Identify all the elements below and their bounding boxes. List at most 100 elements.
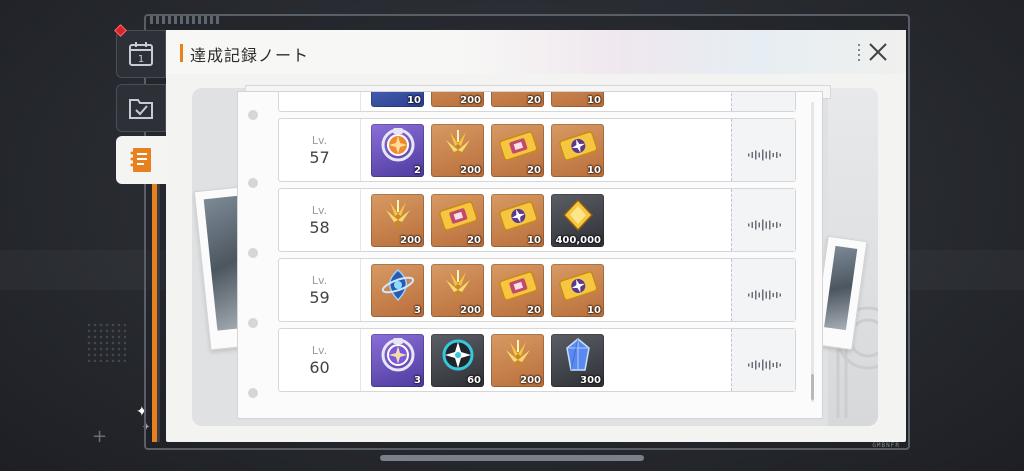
reward-item[interactable]: 10 — [491, 194, 544, 247]
item-quantity: 200 — [460, 95, 481, 106]
checklist-folder-icon — [129, 99, 153, 119]
item-quantity: 3 — [414, 305, 421, 316]
reward-row: 10 200 20 10 — [278, 92, 796, 112]
reward-item[interactable]: 20 — [431, 194, 484, 247]
sound-wave — [748, 216, 784, 235]
gold-sprout-icon — [501, 338, 535, 376]
tab-achievement-notebook[interactable] — [116, 136, 166, 184]
item-quantity: 200 — [520, 375, 541, 386]
planet-drop-icon — [379, 266, 417, 308]
level-label: Lv. — [311, 273, 328, 287]
reward-item[interactable]: 200 — [371, 194, 424, 247]
reward-item[interactable]: 200 — [491, 334, 544, 387]
level-label: Lv. — [311, 203, 328, 217]
reward-item[interactable]: 3 — [371, 334, 424, 387]
sound-wave — [748, 286, 784, 305]
level-number: 59 — [309, 287, 330, 307]
reward-row: Lv. 57 2 200 20 10 — [278, 118, 796, 182]
item-quantity: 10 — [587, 165, 601, 176]
reward-row: Lv. 60 3 60 200 300 — [278, 328, 796, 392]
voice-playback-cell[interactable] — [731, 189, 795, 251]
item-quantity: 10 — [527, 235, 541, 246]
reward-items: 200 20 10 400,000 — [371, 194, 604, 247]
voice-playback-cell[interactable] — [731, 119, 795, 181]
header-separator — [858, 44, 860, 62]
pass-badge-purple-icon — [379, 336, 417, 378]
gold-sprout-icon — [441, 128, 475, 166]
achievement-panel: 達成記録ノート 10 200 20 10 Lv. 57 2 200 20 10 … — [166, 30, 906, 442]
voice-playback-cell[interactable] — [731, 92, 795, 111]
gold-ticket-star-icon — [558, 128, 598, 166]
reward-item[interactable]: 10 — [551, 124, 604, 177]
gold-ticket-star-icon — [498, 198, 538, 236]
reward-item[interactable]: 10 — [551, 92, 604, 107]
scrollbar-thumb[interactable] — [811, 374, 814, 400]
item-quantity: 3 — [414, 375, 421, 386]
notebook-icon — [130, 148, 151, 172]
gold-sprout-icon — [441, 268, 475, 306]
scroll-track[interactable] — [811, 102, 814, 402]
reward-item[interactable]: 200 — [431, 92, 484, 107]
item-quantity: 200 — [460, 165, 481, 176]
gold-ticket-star-icon — [558, 268, 598, 306]
reward-item[interactable]: 200 — [431, 264, 484, 317]
page-title: 達成記録ノート — [190, 46, 310, 65]
star-compass-icon — [439, 336, 477, 378]
level-number: 60 — [309, 357, 330, 377]
calendar-icon: 1 — [129, 42, 153, 66]
title-accent — [180, 44, 183, 62]
level-cell: Lv. 59 — [279, 259, 361, 321]
sound-wave-icon — [748, 289, 781, 301]
footer-code: GMBNFR — [872, 442, 900, 449]
gold-ticket-icon — [498, 128, 538, 166]
item-quantity: 20 — [527, 165, 541, 176]
calendar-day: 1 — [138, 54, 144, 65]
reward-item[interactable]: 400,000 — [551, 194, 604, 247]
reward-list[interactable]: 10 200 20 10 Lv. 57 2 200 20 10 Lv. 58 2… — [278, 92, 796, 418]
accent-rail — [152, 170, 160, 442]
notebook-sheet: 10 200 20 10 Lv. 57 2 200 20 10 Lv. 58 2… — [238, 92, 822, 418]
home-indicator[interactable] — [380, 455, 644, 461]
reward-item[interactable]: 300 — [551, 334, 604, 387]
frame-deco — [150, 16, 220, 24]
tab-missions[interactable] — [116, 84, 166, 132]
level-number: 58 — [309, 217, 330, 237]
gold-ticket-icon — [498, 268, 538, 306]
panel-header: 達成記録ノート — [166, 30, 906, 74]
voice-playback-cell[interactable] — [731, 329, 795, 391]
reward-item[interactable]: 2 — [371, 124, 424, 177]
item-quantity: 20 — [467, 235, 481, 246]
item-quantity: 10 — [587, 95, 601, 106]
gold-ticket-icon — [438, 198, 478, 236]
close-icon — [869, 43, 887, 61]
level-cell: Lv. 60 — [279, 329, 361, 391]
reward-items: 2 200 20 10 — [371, 124, 604, 177]
reward-item[interactable]: 20 — [491, 92, 544, 107]
item-quantity: 300 — [580, 375, 601, 386]
reward-item[interactable]: 10 — [551, 264, 604, 317]
sound-wave-icon — [748, 359, 781, 371]
tab-calendar[interactable]: 1 — [116, 30, 166, 78]
item-quantity: 10 — [587, 305, 601, 316]
reward-item[interactable]: 10 — [371, 92, 424, 107]
level-cell — [279, 92, 361, 111]
reward-item[interactable]: 20 — [491, 264, 544, 317]
level-label: Lv. — [311, 343, 328, 357]
reward-item[interactable]: 60 — [431, 334, 484, 387]
reward-items: 3 60 200 300 — [371, 334, 604, 387]
sound-wave-icon — [748, 219, 781, 231]
item-quantity: 2 — [414, 165, 421, 176]
reward-row: Lv. 58 200 20 10 400,000 — [278, 188, 796, 252]
level-number: 57 — [309, 147, 330, 167]
sound-wave — [748, 146, 784, 165]
item-quantity: 10 — [407, 95, 421, 106]
pass-badge-orange-icon — [379, 126, 417, 168]
voice-playback-cell[interactable] — [731, 259, 795, 321]
gold-coin-icon — [560, 197, 596, 237]
item-quantity: 400,000 — [555, 235, 601, 246]
binder-holes — [244, 92, 264, 418]
close-button[interactable] — [864, 38, 892, 66]
reward-item[interactable]: 20 — [491, 124, 544, 177]
reward-item[interactable]: 3 — [371, 264, 424, 317]
reward-item[interactable]: 200 — [431, 124, 484, 177]
